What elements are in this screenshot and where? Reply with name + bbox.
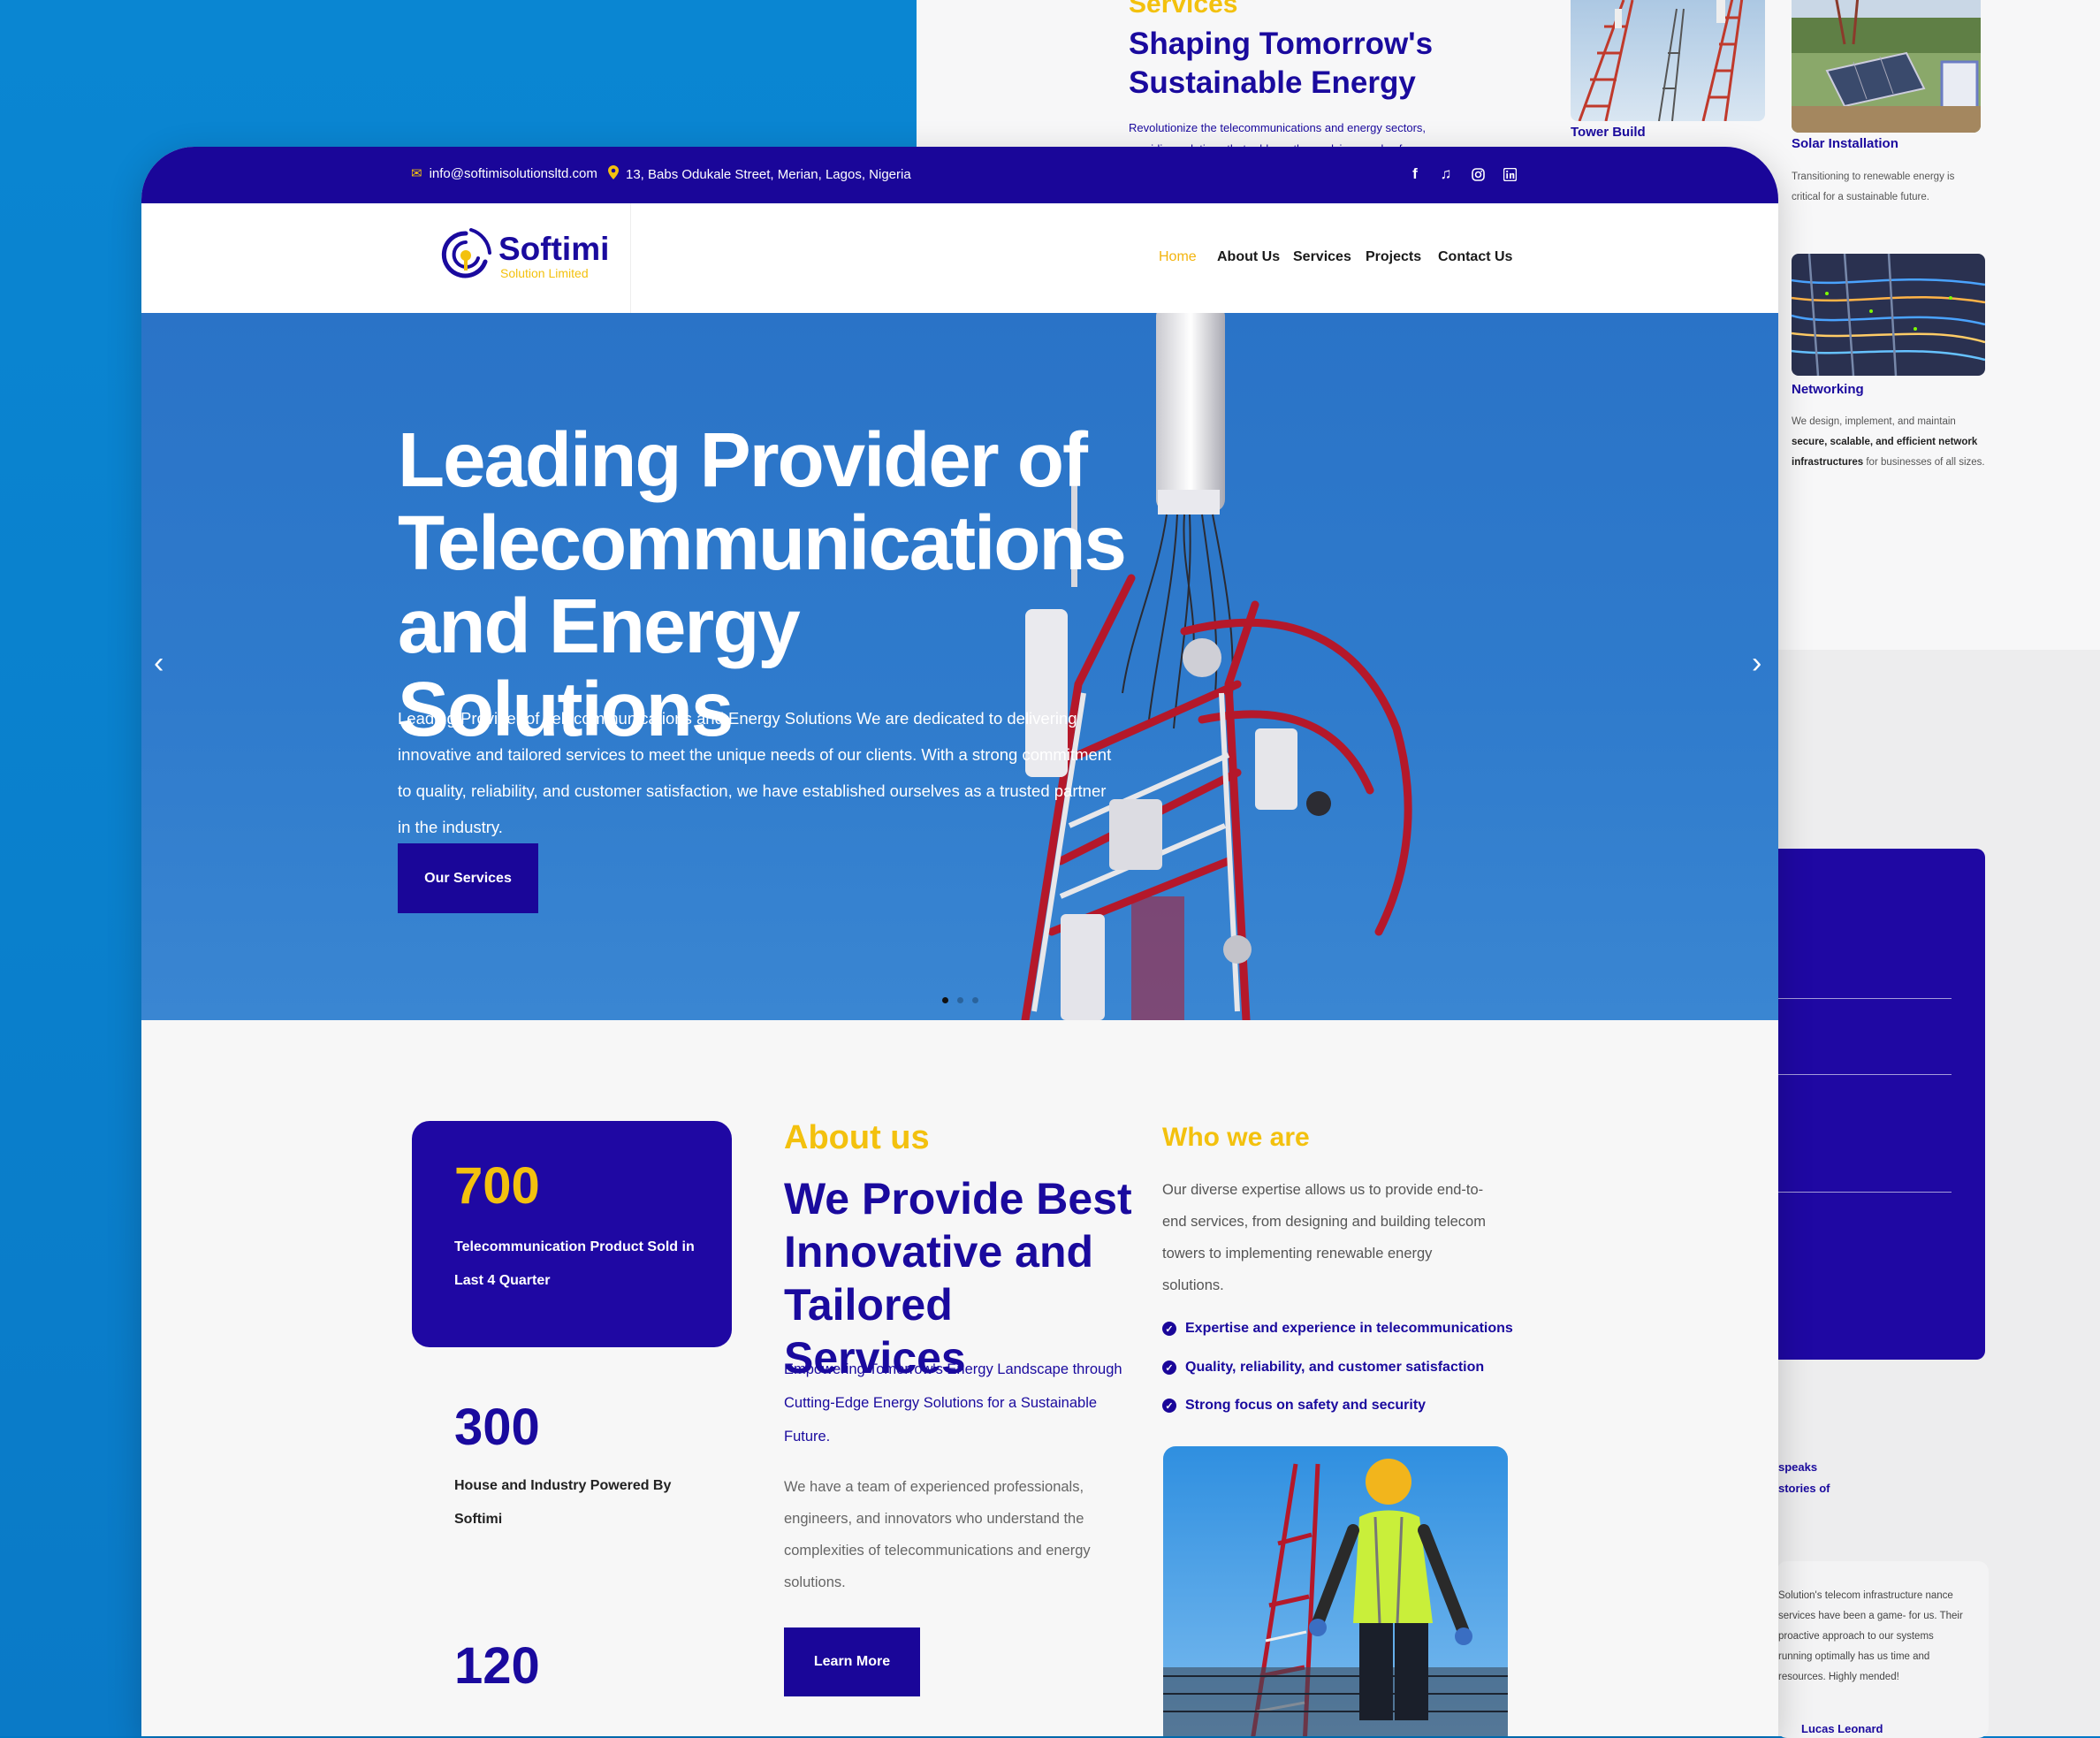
networking-description: We design, implement, and maintain secur… (1792, 416, 1985, 468)
stat-value-3: 120 (454, 1637, 540, 1695)
check-item-3: ✓ Strong focus on safety and security (1162, 1398, 1426, 1414)
check-icon: ✓ (1162, 1361, 1176, 1375)
check-label-2: Quality, reliability, and customer satis… (1185, 1360, 1485, 1375)
testimonial-text: Solution's telecom infrastructure nance … (1778, 1590, 1963, 1682)
networking-caption: Networking (1792, 382, 1864, 397)
slider-dots (942, 997, 978, 1003)
who-body: Our diverse expertise allows us to provi… (1162, 1182, 1486, 1293)
slider-next-icon[interactable]: › (1752, 646, 1761, 681)
hero-slider: Leading Provider of Telecommunications a… (141, 313, 1778, 1020)
tiktok-icon[interactable]: ♫ (1437, 164, 1455, 184)
email-text: info@softimisolutionsltd.com (429, 165, 597, 181)
check-icon: ✓ (1162, 1399, 1176, 1413)
background-snippet-2: stories of (1778, 1482, 1830, 1495)
instagram-icon[interactable] (1469, 164, 1487, 184)
logo-name: Softimi (498, 231, 610, 267)
email-contact[interactable]: ✉ info@softimisolutionsltd.com (411, 165, 597, 182)
top-bar: ✉ info@softimisolutionsltd.com 13, Babs … (141, 147, 1778, 203)
tower-build-caption: Tower Build (1571, 125, 1646, 140)
our-services-button[interactable]: Our Services (398, 843, 538, 913)
check-label-1: Expertise and experience in telecommunic… (1185, 1321, 1513, 1336)
logo-subtitle: Solution Limited (500, 266, 589, 280)
stat-value-1: 700 (454, 1157, 540, 1215)
background-snippet-1: speaks (1778, 1460, 1818, 1474)
nav-contact-us[interactable]: Contact Us (1438, 249, 1512, 265)
about-body: We have a team of experienced profession… (784, 1479, 1091, 1590)
testimonial-author: Lucas Leonard (1801, 1722, 1883, 1735)
logo-divider (630, 203, 631, 313)
tower-build-image[interactable] (1571, 0, 1765, 121)
nav-about-us[interactable]: About Us (1217, 249, 1280, 265)
site-logo[interactable]: Softimi Solution Limited (438, 221, 609, 292)
email-icon: ✉ (411, 166, 422, 181)
stat-label-1: Telecommunication Product Sold in Last 4… (454, 1239, 695, 1288)
about-subtitle: Empowering Tomorrow's Energy Landscape t… (784, 1361, 1122, 1445)
stat-label-2: House and Industry Powered By Softimi (454, 1478, 672, 1527)
nav-services[interactable]: Services (1293, 249, 1351, 265)
services-description: Revolutionize the telecommunications and… (1129, 121, 1427, 148)
check-item-2: ✓ Quality, reliability, and customer sat… (1162, 1360, 1484, 1376)
slider-prev-icon[interactable]: ‹ (154, 646, 164, 681)
stat-value-2: 300 (454, 1399, 540, 1456)
nav-home[interactable]: Home (1159, 249, 1197, 265)
facebook-icon[interactable]: f (1406, 164, 1424, 184)
slider-dot-3[interactable] (972, 997, 978, 1003)
about-kicker: About us (784, 1119, 930, 1156)
services-kicker: Services (1129, 0, 1238, 19)
solar-installation-description: Transitioning to renewable energy is cri… (1792, 172, 1955, 202)
slider-dot-1[interactable] (942, 997, 948, 1003)
learn-more-button[interactable]: Learn More (784, 1627, 920, 1696)
slider-dot-2[interactable] (957, 997, 963, 1003)
website-window: ✉ info@softimisolutionsltd.com 13, Babs … (141, 147, 1778, 1736)
location-pin-icon (608, 165, 619, 183)
solar-installation-caption: Solar Installation (1792, 136, 1898, 151)
hero-description: Leading Provider of Telecommunications a… (398, 709, 1112, 836)
address-text: 13, Babs Odukale Street, Merian, Lagos, … (626, 166, 911, 182)
networking-image[interactable] (1792, 254, 1985, 376)
solar-installation-image[interactable] (1792, 0, 1981, 133)
address-contact[interactable]: 13, Babs Odukale Street, Merian, Lagos, … (608, 165, 911, 183)
who-kicker: Who we are (1162, 1123, 1310, 1152)
nav-projects[interactable]: Projects (1366, 249, 1421, 265)
check-label-3: Strong focus on safety and security (1185, 1398, 1427, 1413)
services-title: Shaping Tomorrow's Sustainable Energy (1129, 27, 1434, 100)
check-icon: ✓ (1162, 1322, 1176, 1336)
technician-image (1163, 1446, 1508, 1736)
logo-mark-icon (441, 228, 491, 278)
site-header: Softimi Solution Limited Home About Us S… (141, 203, 1778, 313)
check-item-1: ✓ Expertise and experience in telecommun… (1162, 1321, 1513, 1337)
testimonial-card: Solution's telecom infrastructure nance … (1777, 1561, 1989, 1738)
linkedin-icon[interactable] (1501, 164, 1518, 184)
